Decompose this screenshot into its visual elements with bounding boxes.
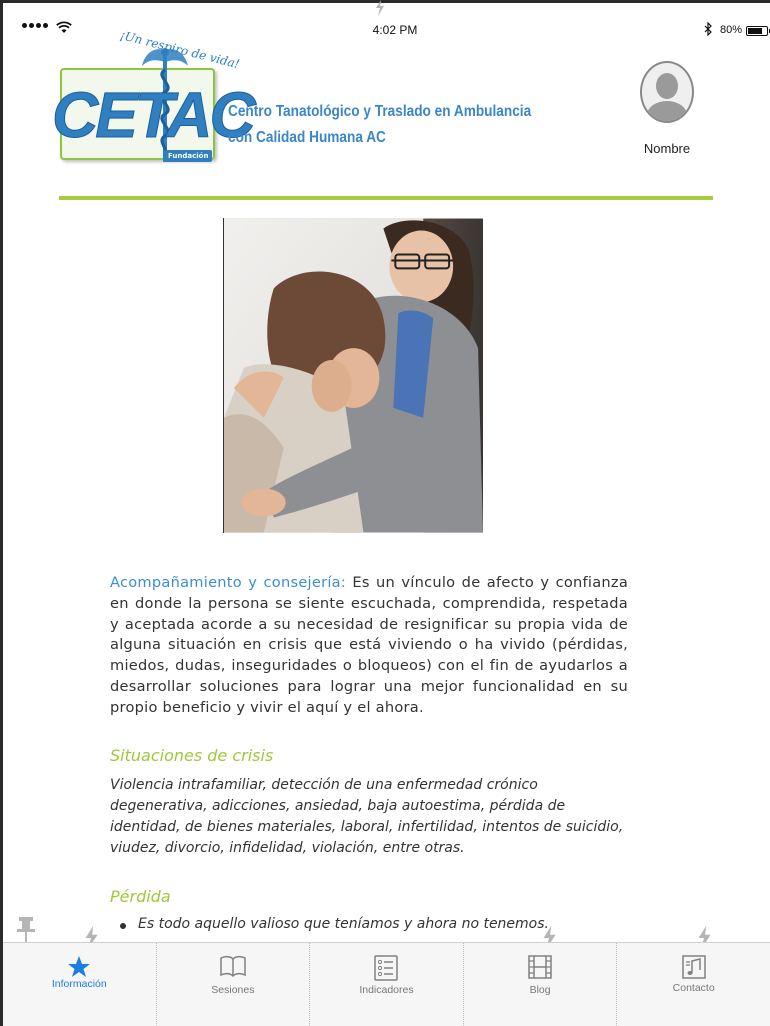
avatar-head bbox=[656, 73, 678, 99]
tab-blog[interactable]: Blog bbox=[464, 943, 618, 1026]
tab-sesiones[interactable]: Sesiones bbox=[157, 943, 311, 1026]
avatar-body bbox=[647, 101, 687, 121]
section-body-crisis: Violencia intrafamiliar, detección de un… bbox=[110, 776, 624, 856]
checklist-icon bbox=[374, 955, 399, 981]
intro-term: Acompañamiento y consejería: bbox=[110, 574, 347, 591]
org-name-line1: Centro Tanatológico y Traslado en Ambula… bbox=[228, 103, 532, 120]
section-title-loss: Pérdida bbox=[110, 886, 171, 906]
intro-text: Es un vínculo de afecto y confianza en d… bbox=[110, 574, 629, 716]
pin-icon bbox=[17, 917, 35, 943]
tab-label: Indicadores bbox=[359, 984, 414, 996]
film-icon bbox=[528, 955, 552, 979]
avatar[interactable] bbox=[640, 61, 694, 123]
tab-contacto[interactable]: Contacto bbox=[617, 943, 770, 1026]
star-icon bbox=[68, 956, 91, 977]
tab-indicadores[interactable]: Indicadores bbox=[310, 943, 464, 1026]
book-icon bbox=[220, 955, 246, 977]
tab-bar: Información Sesiones Indicadores Blog Co… bbox=[3, 942, 770, 1026]
tab-label: Sesiones bbox=[211, 984, 255, 996]
org-name: Centro Tanatológico y Traslado en Ambula… bbox=[228, 99, 531, 151]
tab-informacion[interactable]: Información bbox=[3, 943, 157, 1026]
bluetooth-icon bbox=[704, 22, 712, 36]
org-name-line2: con Calidad Humana AC bbox=[228, 129, 386, 146]
header-divider bbox=[59, 196, 713, 200]
music-note-icon bbox=[681, 955, 706, 979]
lightning-icon bbox=[376, 0, 384, 16]
main-content: Acompañamiento y consejería: Es un víncu… bbox=[110, 573, 628, 932]
intro-paragraph: Acompañamiento y consejería: Es un víncu… bbox=[110, 573, 628, 719]
counseling-photo bbox=[223, 218, 483, 533]
profile-name-label[interactable]: Nombre bbox=[620, 141, 714, 156]
battery-percent: 80% bbox=[720, 24, 743, 36]
tab-label: Contacto bbox=[672, 982, 715, 994]
logo-text: CETAC bbox=[52, 79, 257, 151]
logo: ¡Un respiro de vida! CETAC Fundación bbox=[50, 28, 256, 173]
tab-label: Información bbox=[51, 978, 107, 990]
logo-badge: Fundación bbox=[164, 150, 213, 162]
battery-icon bbox=[746, 26, 770, 36]
tab-label: Blog bbox=[529, 984, 551, 996]
section-title-crisis: Situaciones de crisis bbox=[110, 745, 274, 765]
